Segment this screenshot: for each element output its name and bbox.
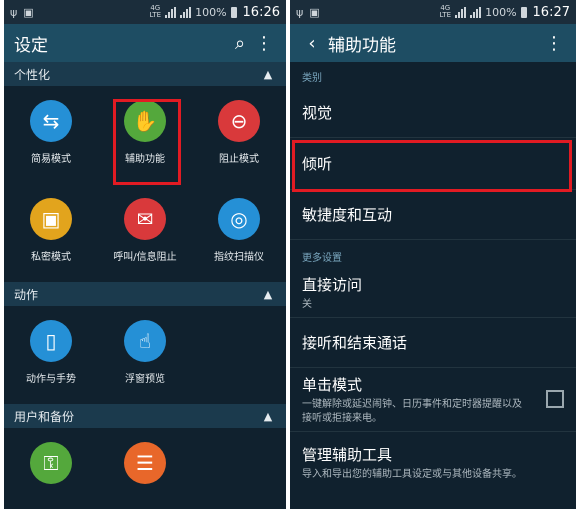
usb-icon: ψ bbox=[10, 5, 18, 19]
motions-grid: ▯ 动作与手势 ☝ 浮窗预览 bbox=[4, 306, 286, 404]
battery-percent: 100% bbox=[485, 5, 517, 19]
row-dexterity[interactable]: 敏捷度和互动 bbox=[290, 190, 576, 240]
tile-motions-gestures[interactable]: ▯ 动作与手势 bbox=[4, 306, 98, 404]
chevron-up-icon[interactable]: ▲ bbox=[260, 288, 276, 301]
battery-icon bbox=[520, 6, 527, 18]
user-backup-grid: ⚿ ☰ bbox=[4, 428, 286, 509]
fingerprint-icon: ◎ bbox=[218, 198, 260, 240]
network-type: 4G LTE bbox=[149, 4, 162, 19]
category-label: 类别 bbox=[302, 73, 322, 84]
back-icon[interactable]: ‹ bbox=[300, 33, 324, 54]
battery-percent: 100% bbox=[195, 5, 227, 19]
row-vision[interactable]: 视觉 bbox=[290, 88, 576, 138]
row-single-tap-mode[interactable]: 单击模式 一键解除或延迟闹钟、日历事件和定时器提醒以及接听或拒接来电。 bbox=[290, 368, 576, 432]
search-icon[interactable]: ⌕ bbox=[228, 33, 252, 54]
tile-fingerprint[interactable]: ◎ 指纹扫描仪 bbox=[192, 184, 286, 282]
notification-icon: ▣ bbox=[23, 5, 34, 19]
motions-icon: ▯ bbox=[30, 320, 72, 362]
clock: 16:27 bbox=[532, 4, 570, 20]
chevron-up-icon[interactable]: ▲ bbox=[260, 410, 276, 423]
private-mode-icon: ▣ bbox=[30, 198, 72, 240]
page-title: 设定 bbox=[14, 35, 48, 56]
row-hearing[interactable]: 倾听 bbox=[290, 138, 576, 190]
air-view-icon: ☝ bbox=[124, 320, 166, 362]
signal-icon bbox=[165, 6, 177, 18]
tile-accessibility[interactable]: ✋ 辅助功能 bbox=[98, 86, 192, 184]
chevron-up-icon[interactable]: ▲ bbox=[260, 68, 276, 81]
network-type: 4G LTE bbox=[439, 4, 452, 19]
app-bar: ‹ 辅助功能 ⋮ bbox=[290, 24, 576, 62]
signal-icon bbox=[455, 6, 467, 18]
tile-easy-mode[interactable]: ⇆ 简易模式 bbox=[4, 86, 98, 184]
settings-screen: ψ ▣ 4G LTE 100% 16:26 设定 ⌕ ⋮ 个性化 ▲ ⇆ 简易模式… bbox=[4, 0, 286, 509]
status-bar: ψ ▣ 4G LTE 100% 16:26 bbox=[4, 0, 286, 24]
app-bar: 设定 ⌕ ⋮ bbox=[4, 24, 286, 62]
blocking-mode-icon: ⊖ bbox=[218, 100, 260, 142]
tile-call-block[interactable]: ✉ 呼叫/信息阻止 bbox=[98, 184, 192, 282]
more-options-icon[interactable]: ⋮ bbox=[252, 33, 276, 54]
signal-icon-2 bbox=[180, 6, 192, 18]
hand-icon: ✋ bbox=[124, 100, 166, 142]
call-block-icon: ✉ bbox=[124, 198, 166, 240]
page-title: 辅助功能 bbox=[328, 35, 396, 56]
single-tap-checkbox[interactable] bbox=[546, 390, 564, 408]
row-answer-end-calls[interactable]: 接听和结束通话 bbox=[290, 318, 576, 368]
accessibility-screen: ψ ▣ 4G LTE 100% 16:27 ‹ 辅助功能 ⋮ 类别 视觉 倾听 敏… bbox=[290, 0, 576, 509]
row-direct-access[interactable]: 直接访问 关 bbox=[290, 268, 576, 318]
section-header-personalization[interactable]: 个性化 ▲ bbox=[4, 62, 286, 86]
status-bar: ψ ▣ 4G LTE 100% 16:27 bbox=[290, 0, 576, 24]
row-manage-accessibility[interactable]: 管理辅助工具 导入和导出您的辅助工具设定或与其他设备共享。 bbox=[290, 432, 576, 494]
tile-private-mode[interactable]: ▣ 私密模式 bbox=[4, 184, 98, 282]
section-header-user-backup[interactable]: 用户和备份 ▲ bbox=[4, 404, 286, 428]
section-header-motions[interactable]: 动作 ▲ bbox=[4, 282, 286, 306]
clock: 16:26 bbox=[242, 4, 280, 20]
personalization-grid: ⇆ 简易模式 ✋ 辅助功能 ⊖ 阻止模式 ▣ 私密模式 ✉ 呼叫/信息阻止 ◎ … bbox=[4, 86, 286, 282]
more-options-icon[interactable]: ⋮ bbox=[542, 33, 566, 54]
notification-icon: ▣ bbox=[309, 5, 320, 19]
tile-key[interactable]: ⚿ bbox=[4, 428, 98, 509]
key-icon: ⚿ bbox=[30, 442, 72, 484]
tile-blocking-mode[interactable]: ⊖ 阻止模式 bbox=[192, 86, 286, 184]
usb-icon: ψ bbox=[296, 5, 304, 19]
easy-mode-icon: ⇆ bbox=[30, 100, 72, 142]
tile-backup[interactable]: ☰ bbox=[98, 428, 192, 509]
tile-air-view[interactable]: ☝ 浮窗预览 bbox=[98, 306, 192, 404]
backup-icon: ☰ bbox=[124, 442, 166, 484]
signal-icon-2 bbox=[470, 6, 482, 18]
battery-icon bbox=[230, 6, 237, 18]
more-settings-label: 更多设置 bbox=[302, 253, 342, 264]
